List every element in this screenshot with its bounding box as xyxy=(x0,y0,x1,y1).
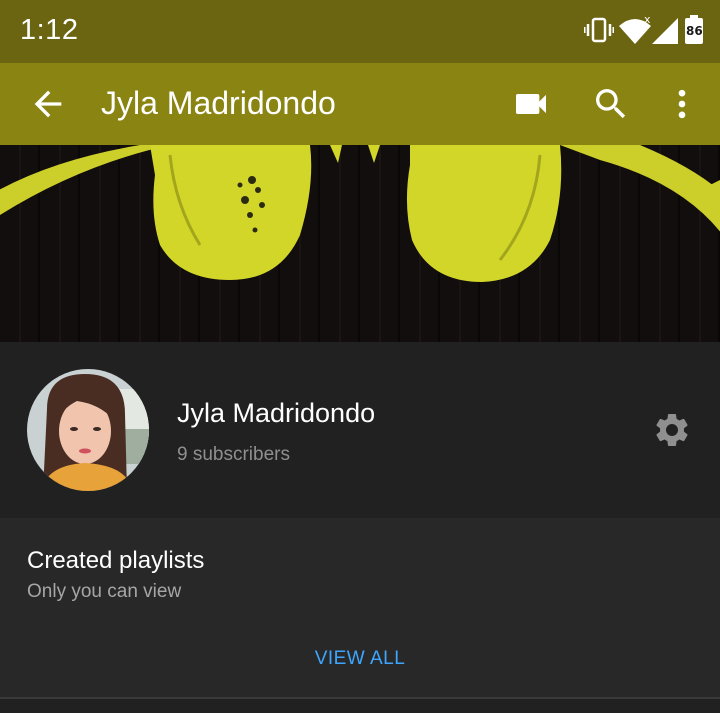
section-title: Created playlists xyxy=(27,547,205,574)
more-vert-icon xyxy=(678,89,686,119)
back-button[interactable] xyxy=(28,84,68,124)
avatar[interactable] xyxy=(27,369,149,491)
search-icon xyxy=(596,89,626,119)
video-camera-icon xyxy=(516,94,546,114)
section-subtitle: Only you can view xyxy=(27,581,182,602)
channel-banner xyxy=(0,145,720,342)
search-button[interactable] xyxy=(591,84,631,124)
back-arrow-icon xyxy=(34,90,62,118)
banner-image xyxy=(0,145,720,342)
battery-level: 86 xyxy=(686,24,703,38)
channel-settings-button[interactable] xyxy=(652,410,692,450)
view-all-button[interactable]: VIEW ALL xyxy=(0,636,720,682)
vibrate-icon xyxy=(584,17,614,43)
status-bar: 1:12 x 86 xyxy=(0,0,720,63)
cell-signal-icon xyxy=(652,18,678,44)
avatar-image xyxy=(27,369,149,491)
next-section xyxy=(0,699,720,713)
status-time: 1:12 xyxy=(20,14,79,46)
channel-header: Jyla Madridondo 9 subscribers xyxy=(0,342,720,518)
app-bar: Jyla Madridondo xyxy=(0,63,720,145)
video-upload-button[interactable] xyxy=(511,84,551,124)
status-icons: x 86 xyxy=(584,14,704,46)
gear-icon xyxy=(656,414,688,446)
wifi-icon: x xyxy=(619,14,651,44)
created-playlists-section: Created playlists Only you can view VIEW… xyxy=(0,518,720,698)
channel-name: Jyla Madridondo xyxy=(177,398,376,428)
more-options-button[interactable] xyxy=(662,84,702,124)
subscriber-count: 9 subscribers xyxy=(177,444,290,465)
page-title: Jyla Madridondo xyxy=(101,85,336,121)
battery-icon: 86 xyxy=(682,14,706,46)
